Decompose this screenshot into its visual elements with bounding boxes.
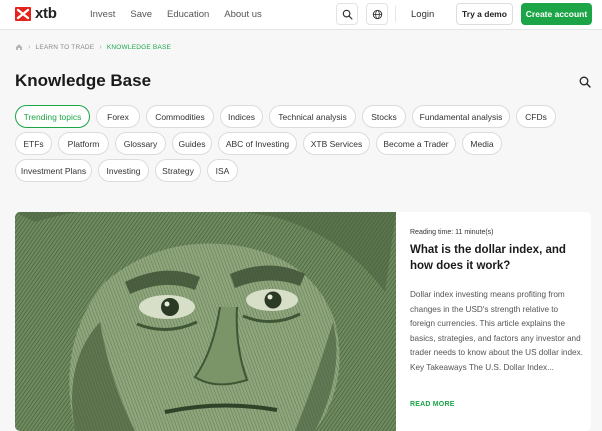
language-button[interactable] [366, 3, 388, 25]
topic-media[interactable]: Media [462, 132, 502, 155]
read-more-link[interactable]: READ MORE [410, 401, 455, 408]
topic-cfds[interactable]: CFDs [516, 105, 556, 128]
search-button[interactable] [336, 3, 358, 25]
create-account-button[interactable]: Create account [521, 3, 592, 25]
article-excerpt: Dollar index investing means profiting f… [410, 290, 583, 372]
topic-commodities[interactable]: Commodities [146, 105, 214, 128]
topic-isa[interactable]: ISA [207, 159, 238, 182]
topic-platform[interactable]: Platform [58, 132, 109, 155]
topic-strategy[interactable]: Strategy [155, 159, 201, 182]
topic-row-1: Trending topics Forex Commodities Indice… [15, 105, 562, 128]
try-demo-button[interactable]: Try a demo [456, 3, 513, 25]
topic-glossary[interactable]: Glossary [115, 132, 166, 155]
article-card[interactable]: Reading time: 11 minute(s) What is the d… [15, 212, 591, 431]
nav-education[interactable]: Education [167, 9, 209, 21]
topic-investment-plans[interactable]: Investment Plans [15, 159, 92, 182]
topic-row-3: Investment Plans Investing Strategy ISA [15, 159, 244, 182]
topic-stocks[interactable]: Stocks [362, 105, 406, 128]
nav-save[interactable]: Save [130, 9, 152, 21]
article-title[interactable]: What is the dollar index, and how does i… [410, 242, 585, 274]
topic-indices[interactable]: Indices [220, 105, 263, 128]
topic-fundamental-analysis[interactable]: Fundamental analysis [412, 105, 510, 128]
reading-time: Reading time: 11 minute(s) [410, 229, 494, 236]
breadcrumb-learn-to-trade[interactable]: LEARN TO TRADE [36, 44, 95, 51]
breadcrumb-separator: › [28, 43, 31, 51]
topic-investing[interactable]: Investing [98, 159, 149, 182]
topic-row-2: ETFs Platform Glossary Guides ABC of Inv… [15, 132, 508, 155]
topic-trending-topics[interactable]: Trending topics [15, 105, 90, 128]
home-icon[interactable] [15, 43, 23, 51]
header-divider [395, 6, 396, 22]
topic-etfs[interactable]: ETFs [15, 132, 52, 155]
breadcrumb-knowledge-base: KNOWLEDGE BASE [106, 43, 172, 51]
topic-guides[interactable]: Guides [172, 132, 212, 155]
main-nav: Invest Save Education About us [90, 9, 277, 21]
search-icon [342, 9, 352, 19]
search-icon[interactable] [579, 76, 591, 88]
logo-mark-icon [15, 7, 31, 21]
dollar-portrait-image[interactable] [15, 212, 396, 431]
topic-abc-of-investing[interactable]: ABC of Investing [218, 132, 297, 155]
topic-forex[interactable]: Forex [96, 105, 140, 128]
nav-invest[interactable]: Invest [90, 9, 115, 21]
breadcrumb: › LEARN TO TRADE › KNOWLEDGE BASE [15, 43, 171, 51]
topic-become-a-trader[interactable]: Become a Trader [376, 132, 456, 155]
xtb-logo[interactable]: xtb [15, 5, 57, 22]
nav-about-us[interactable]: About us [224, 9, 262, 21]
brand-name: xtb [35, 5, 57, 22]
site-header: xtb Invest Save Education About us Login… [0, 0, 602, 30]
globe-icon [372, 9, 382, 19]
topic-technical-analysis[interactable]: Technical analysis [269, 105, 356, 128]
login-link[interactable]: Login [411, 9, 434, 21]
page-title: Knowledge Base [15, 71, 152, 90]
topic-xtb-services[interactable]: XTB Services [303, 132, 370, 155]
breadcrumb-separator: › [99, 43, 102, 51]
